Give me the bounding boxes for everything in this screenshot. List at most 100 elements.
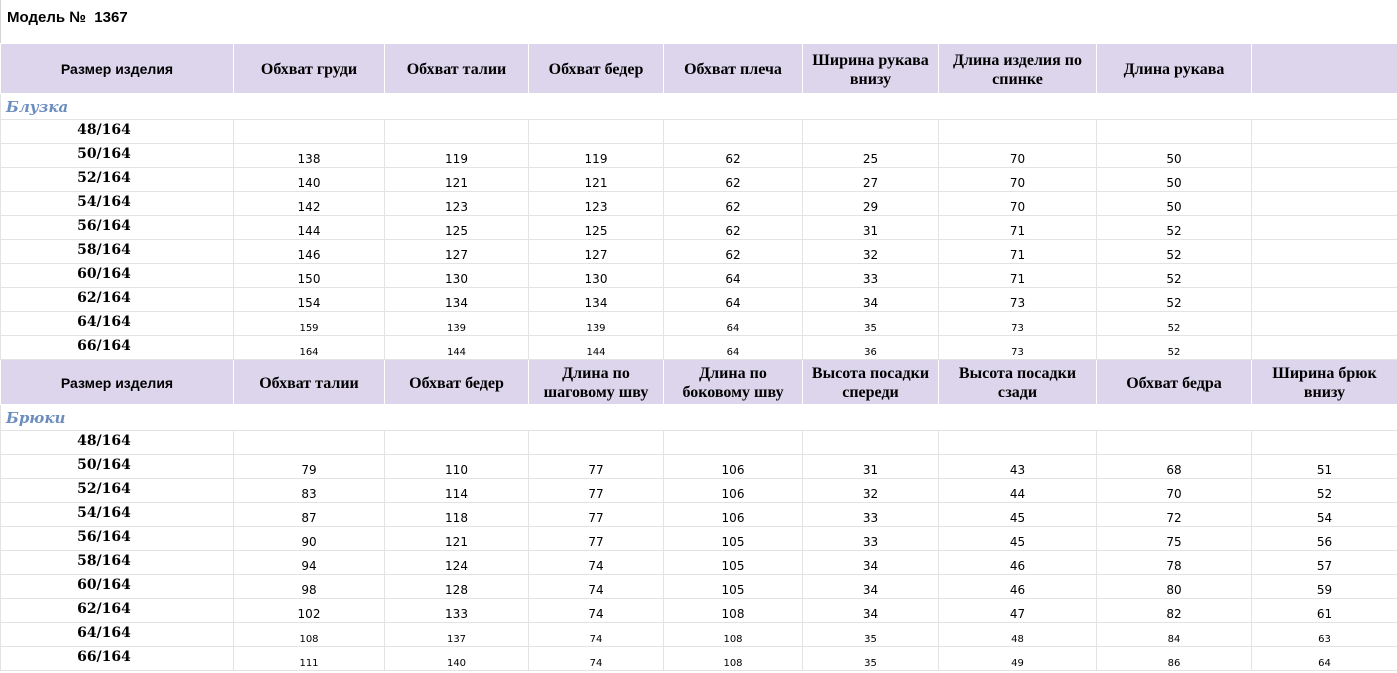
value-cell: 84 <box>1096 622 1252 647</box>
value-cell: 144 <box>233 215 385 240</box>
value-cell: 63 <box>1251 622 1397 647</box>
value-cell: 33 <box>802 526 939 551</box>
column-header: Размер изделия <box>0 43 234 94</box>
value-cell: 82 <box>1096 598 1252 623</box>
value-cell: 45 <box>938 526 1097 551</box>
value-cell <box>1251 167 1397 192</box>
value-cell: 32 <box>802 239 939 264</box>
value-cell: 36 <box>802 335 939 360</box>
value-cell: 74 <box>528 550 664 575</box>
column-header: Длина по боковому шву <box>663 359 803 405</box>
section-label-row: Брюки <box>0 404 1397 431</box>
title-row: Модель № 1367 <box>0 0 1397 43</box>
value-cell: 159 <box>233 311 385 336</box>
value-cell: 70 <box>938 143 1097 168</box>
table-row: 50/164 138 119 119 62 25 70 50 <box>0 143 1397 168</box>
value-cell <box>663 430 803 455</box>
value-cell: 62 <box>663 143 803 168</box>
value-cell: 50 <box>1096 167 1252 192</box>
value-cell: 108 <box>233 622 385 647</box>
value-cell: 57 <box>1251 550 1397 575</box>
value-cell: 59 <box>1251 574 1397 599</box>
table-row: 54/164 87 118 77 106 33 45 72 54 <box>0 502 1397 527</box>
value-cell <box>802 430 939 455</box>
value-cell: 62 <box>663 191 803 216</box>
value-cell: 119 <box>384 143 529 168</box>
value-cell: 64 <box>663 311 803 336</box>
value-cell: 52 <box>1096 287 1252 312</box>
size-cell: 48/164 <box>0 430 234 455</box>
value-cell: 124 <box>384 550 529 575</box>
value-cell: 61 <box>1251 598 1397 623</box>
value-cell: 83 <box>233 478 385 503</box>
table-row: 66/164 164 144 144 64 36 73 52 <box>0 335 1397 360</box>
size-cell: 52/164 <box>0 167 234 192</box>
table-row: 52/164 83 114 77 106 32 44 70 52 <box>0 478 1397 503</box>
value-cell: 98 <box>233 574 385 599</box>
size-cell: 62/164 <box>0 598 234 623</box>
value-cell: 74 <box>528 622 664 647</box>
model-title: Модель № 1367 <box>7 9 128 26</box>
value-cell: 111 <box>233 646 385 671</box>
column-header: Обхват груди <box>233 43 385 94</box>
size-cell: 54/164 <box>0 502 234 527</box>
header-row: Размер изделия Обхват талии Обхват бедер Дл… <box>0 359 1397 405</box>
value-cell: 34 <box>802 574 939 599</box>
value-cell <box>1251 215 1397 240</box>
value-cell: 52 <box>1096 263 1252 288</box>
value-cell <box>802 119 939 144</box>
value-cell: 31 <box>802 215 939 240</box>
value-cell: 139 <box>384 311 529 336</box>
value-cell: 121 <box>384 526 529 551</box>
table-row: 52/164 140 121 121 62 27 70 50 <box>0 167 1397 192</box>
size-cell: 54/164 <box>0 191 234 216</box>
value-cell <box>663 119 803 144</box>
value-cell: 74 <box>528 646 664 671</box>
value-cell <box>1251 335 1397 360</box>
value-cell: 64 <box>663 335 803 360</box>
value-cell: 114 <box>384 478 529 503</box>
value-cell: 52 <box>1251 478 1397 503</box>
value-cell: 45 <box>938 502 1097 527</box>
value-cell: 51 <box>1251 454 1397 479</box>
value-cell: 71 <box>938 263 1097 288</box>
value-cell <box>1251 287 1397 312</box>
value-cell: 35 <box>802 311 939 336</box>
value-cell: 77 <box>528 526 664 551</box>
value-cell: 46 <box>938 550 1097 575</box>
value-cell: 144 <box>528 335 664 360</box>
column-header: Высота посадки спереди <box>802 359 939 405</box>
column-header: Обхват талии <box>233 359 385 405</box>
size-cell: 50/164 <box>0 143 234 168</box>
value-cell <box>528 119 664 144</box>
value-cell: 70 <box>938 167 1097 192</box>
table-row: 58/164 146 127 127 62 32 71 52 <box>0 239 1397 264</box>
value-cell: 48 <box>938 622 1097 647</box>
value-cell <box>1251 119 1397 144</box>
value-cell: 74 <box>528 598 664 623</box>
value-cell: 94 <box>233 550 385 575</box>
value-cell: 56 <box>1251 526 1397 551</box>
size-chart-body: Размер изделия Обхват груди Обхват талии Об… <box>0 43 1397 671</box>
value-cell: 68 <box>1096 454 1252 479</box>
value-cell <box>528 430 664 455</box>
table-row: 50/164 79 110 77 106 31 43 68 51 <box>0 454 1397 479</box>
value-cell: 70 <box>1096 478 1252 503</box>
value-cell: 134 <box>528 287 664 312</box>
column-header: Длина рукава <box>1096 43 1252 94</box>
value-cell: 54 <box>1251 502 1397 527</box>
size-cell: 56/164 <box>0 526 234 551</box>
value-cell: 87 <box>233 502 385 527</box>
value-cell <box>1251 263 1397 288</box>
section-label: Брюки <box>0 404 1397 431</box>
value-cell: 29 <box>802 191 939 216</box>
value-cell: 164 <box>233 335 385 360</box>
value-cell: 130 <box>384 263 529 288</box>
value-cell: 64 <box>663 287 803 312</box>
value-cell <box>1096 430 1252 455</box>
value-cell: 46 <box>938 574 1097 599</box>
column-header: Обхват бедер <box>384 359 529 405</box>
value-cell: 128 <box>384 574 529 599</box>
value-cell: 64 <box>1251 646 1397 671</box>
size-cell: 60/164 <box>0 263 234 288</box>
